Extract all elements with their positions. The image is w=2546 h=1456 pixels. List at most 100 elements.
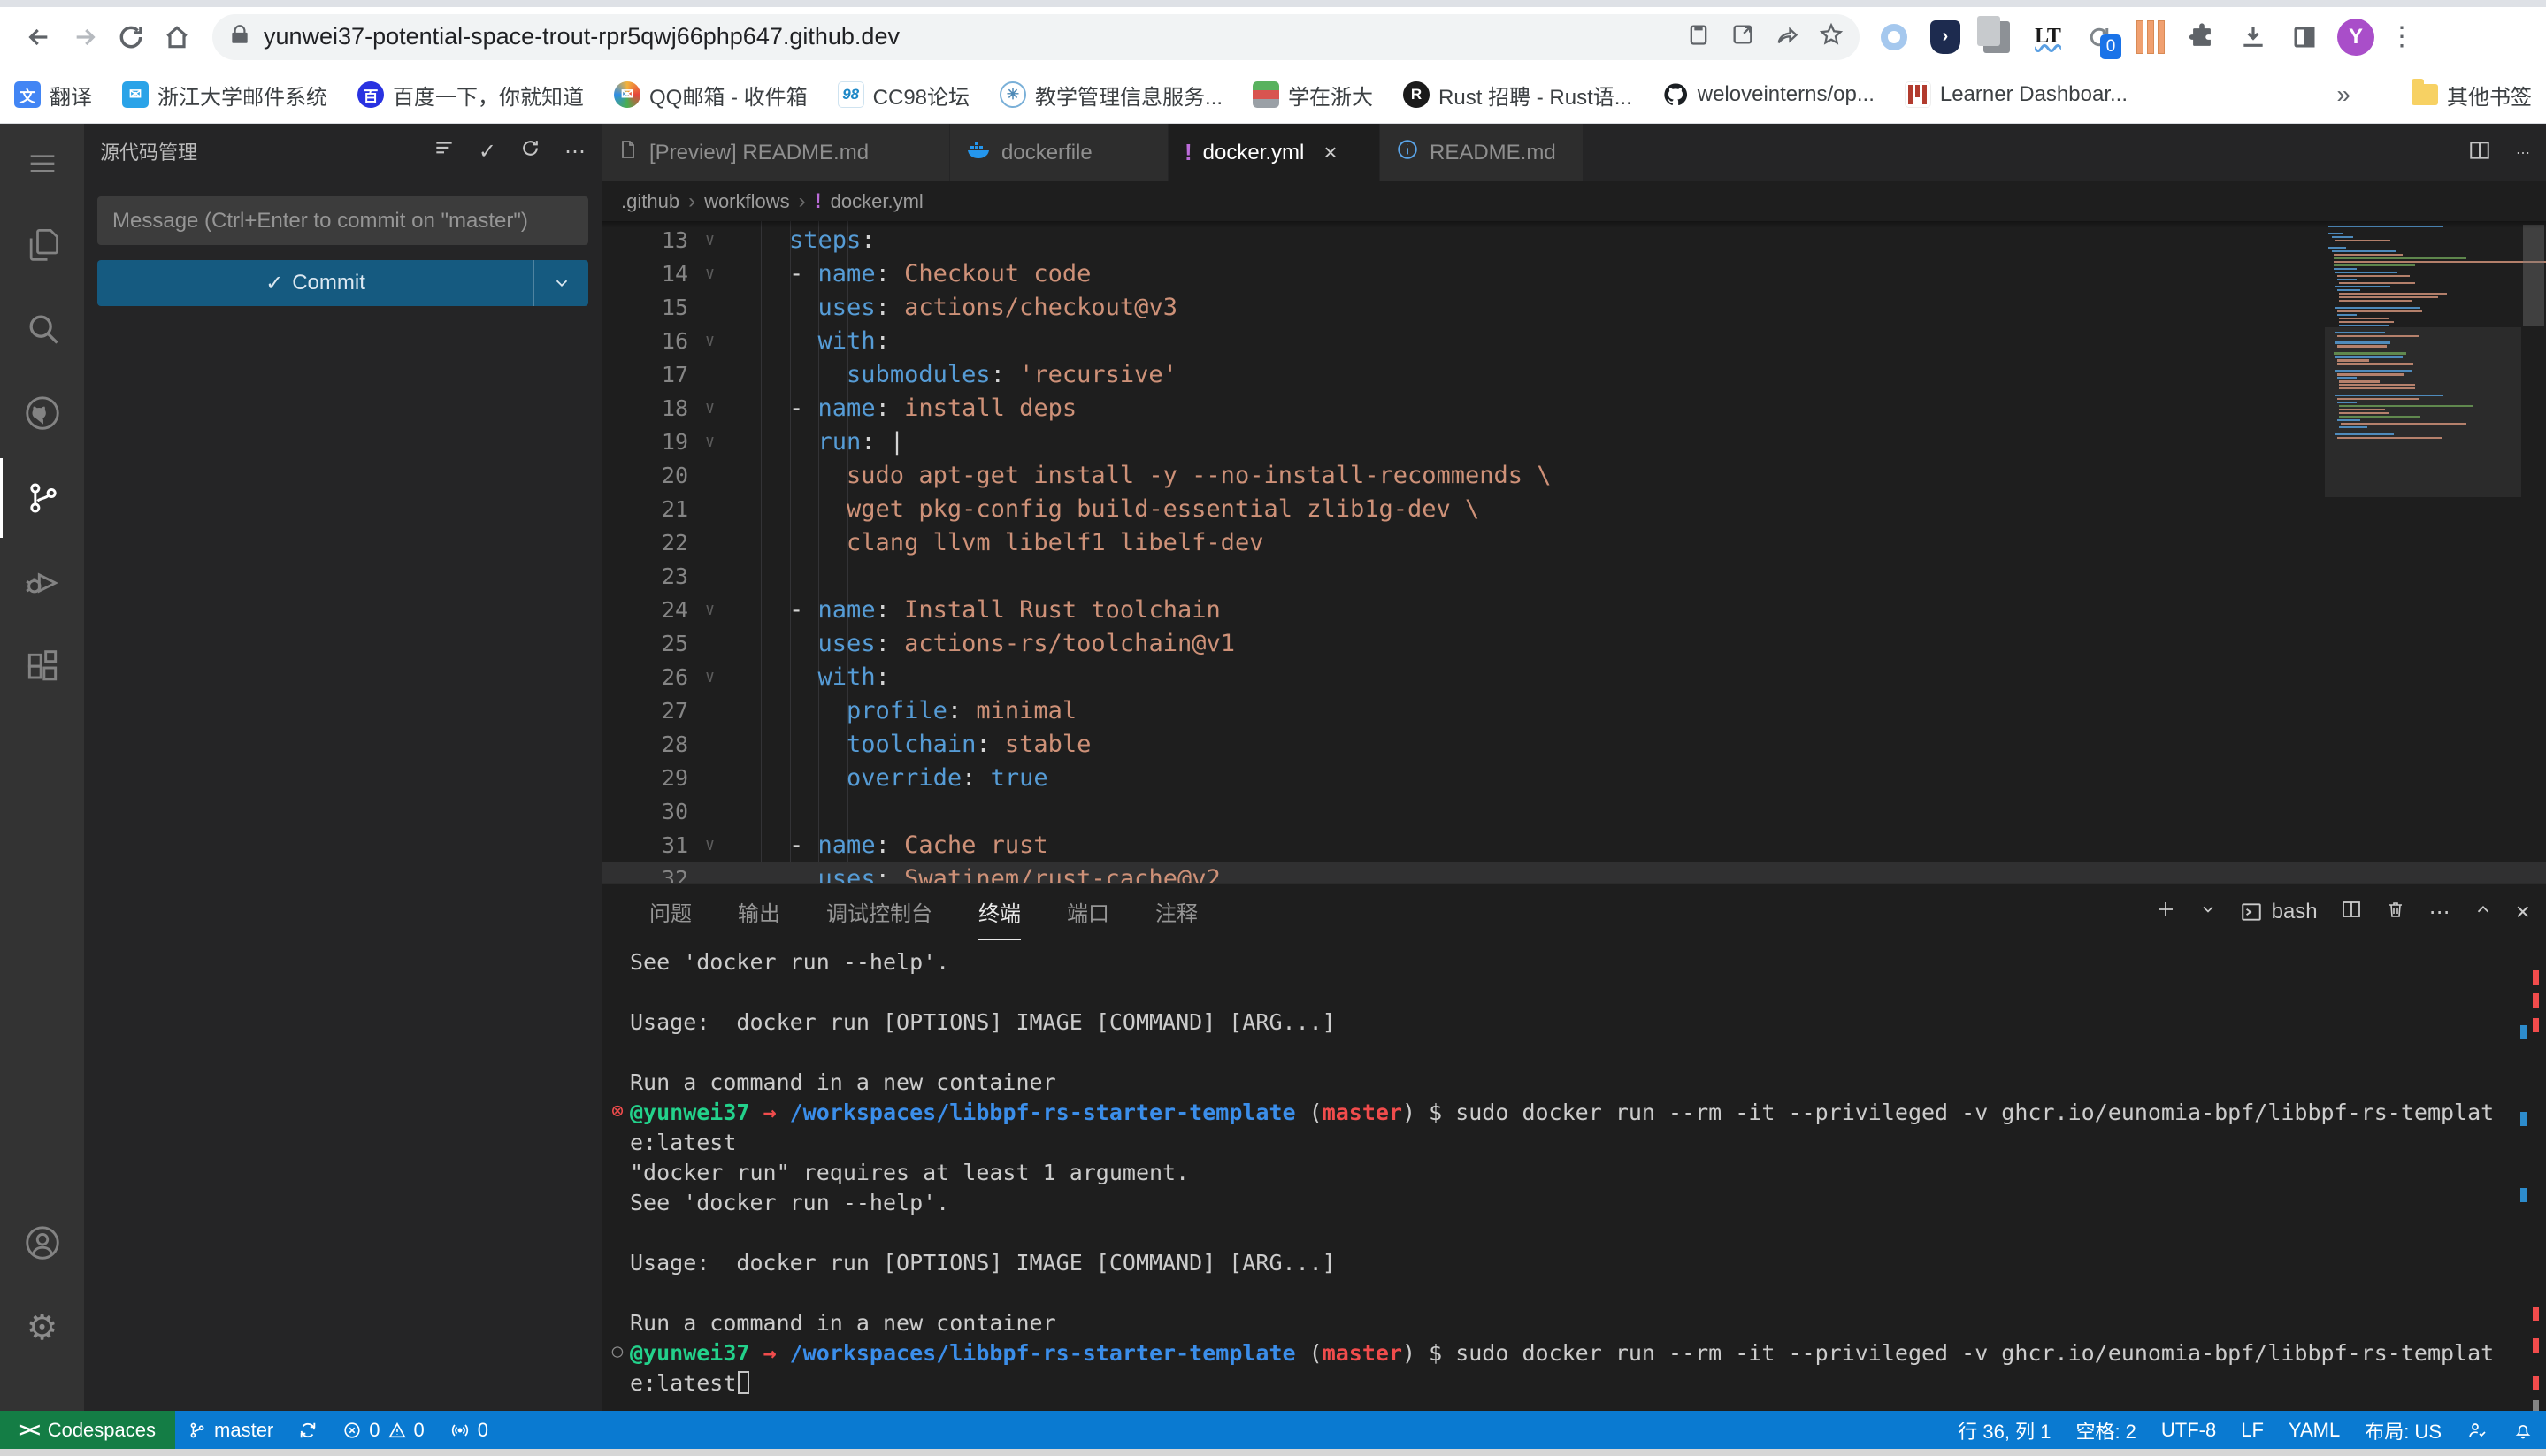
github-icon xyxy=(1662,81,1689,108)
explorer-icon[interactable] xyxy=(0,203,84,283)
github-octocat-icon[interactable] xyxy=(0,373,84,453)
terminal-decoration xyxy=(2533,993,2539,1008)
commit-check-icon[interactable]: ✓ xyxy=(479,139,496,165)
account-icon[interactable] xyxy=(0,1203,84,1283)
bookmark-xuezai-zheda[interactable]: 学在浙大 xyxy=(1253,80,1373,111)
breadcrumb-file[interactable]: docker.yml xyxy=(831,190,924,213)
extensions-icon[interactable] xyxy=(0,628,84,708)
menu-hamburger-icon[interactable] xyxy=(0,124,84,203)
code-line: 23 xyxy=(602,559,2546,593)
bookmarks-overflow-chevron[interactable]: » xyxy=(2336,80,2350,109)
feedback-icon[interactable] xyxy=(2454,1411,2500,1449)
chevron-right-icon: › xyxy=(799,189,806,214)
bookmark-learner-dashboard[interactable]: Learner Dashboar... xyxy=(1905,81,2128,108)
run-debug-icon[interactable] xyxy=(0,543,84,623)
shield-extension-icon[interactable]: › xyxy=(1927,19,1964,56)
eol-indicator[interactable]: LF xyxy=(2228,1411,2276,1449)
other-bookmarks[interactable]: 其他书签 xyxy=(2412,80,2532,111)
bookmark-zju-mail[interactable]: ✉浙江大学邮件系统 xyxy=(122,80,327,111)
remote-indicator[interactable]: >< Codespaces xyxy=(0,1411,175,1449)
sidebar-toggle-icon[interactable] xyxy=(2286,19,2323,56)
kill-terminal-icon[interactable] xyxy=(2385,899,2406,926)
shell-selector[interactable]: bash xyxy=(2240,900,2318,924)
ports-indicator[interactable]: 0 xyxy=(437,1411,501,1449)
maximize-panel-icon[interactable] xyxy=(2473,900,2493,925)
refresh-icon[interactable] xyxy=(519,137,541,165)
settings-gear-icon[interactable]: ⚙ xyxy=(0,1288,84,1368)
tab-ports[interactable]: 端口 xyxy=(1067,884,1109,940)
breadcrumb-github[interactable]: .github xyxy=(621,190,679,213)
home-button[interactable] xyxy=(154,14,200,60)
commit-dropdown-chevron[interactable] xyxy=(533,260,588,306)
bookmark-qq-mail[interactable]: ✉QQ邮箱 - 收件箱 xyxy=(614,80,808,111)
source-control-icon[interactable] xyxy=(0,458,84,538)
share-icon[interactable] xyxy=(1775,22,1799,51)
terminal-output[interactable]: See 'docker run --help'.Usage: docker ru… xyxy=(630,949,2511,1411)
new-terminal-icon[interactable] xyxy=(2155,899,2176,926)
tab-comments[interactable]: 注释 xyxy=(1155,884,1198,940)
tab-preview-readme[interactable]: [Preview] README.md xyxy=(602,124,950,181)
close-panel-icon[interactable]: × xyxy=(2516,898,2530,926)
reload-button[interactable] xyxy=(108,14,154,60)
bookmark-zju-service[interactable]: ✳教学管理信息服务... xyxy=(1000,80,1223,111)
language-mode[interactable]: YAML xyxy=(2276,1411,2352,1449)
panel-more-actions-icon[interactable]: ⋯ xyxy=(2429,900,2450,925)
editor-more-actions-icon[interactable]: ⋯ xyxy=(2516,144,2530,162)
code-editor[interactable]: 13∨ steps:14∨ - name: Checkout code15 us… xyxy=(602,221,2546,883)
split-terminal-icon[interactable] xyxy=(2341,899,2362,926)
tab-problems[interactable]: 问题 xyxy=(649,884,692,940)
view-as-list-icon[interactable] xyxy=(433,137,456,166)
forward-button[interactable] xyxy=(62,14,108,60)
refresh-badge-icon[interactable]: 0 xyxy=(2081,19,2118,56)
close-tab-icon[interactable]: × xyxy=(1323,139,1337,166)
more-actions-icon[interactable]: ⋯ xyxy=(564,139,586,165)
tab-dockerfile[interactable]: dockerfile xyxy=(950,124,1169,181)
sync-indicator[interactable] xyxy=(286,1411,330,1449)
url-text[interactable]: yunwei37-potential-space-trout-rpr5qwj66… xyxy=(264,23,1686,50)
tab-readme[interactable]: README.md xyxy=(1380,124,1584,181)
lock-icon[interactable] xyxy=(228,23,251,50)
notifications-bell-icon[interactable] xyxy=(2500,1411,2546,1449)
tab-output[interactable]: 输出 xyxy=(738,884,780,940)
open-in-window-icon[interactable] xyxy=(1730,22,1755,51)
cursor-position[interactable]: 行 36, 列 1 xyxy=(1945,1411,2063,1449)
keyboard-layout[interactable]: 布局: US xyxy=(2352,1411,2454,1449)
extensions-puzzle-icon[interactable] xyxy=(2183,19,2220,56)
oval-extension-icon[interactable] xyxy=(1875,19,1913,56)
bookmark-baidu[interactable]: 百百度一下，你就知道 xyxy=(357,80,584,111)
bookmark-cc98[interactable]: 98CC98论坛 xyxy=(838,80,970,111)
code-line: 26∨ with: xyxy=(602,660,2546,694)
tab-terminal[interactable]: 终端 xyxy=(978,884,1021,940)
check-icon: ✓ xyxy=(265,271,283,296)
browser-menu-icon[interactable]: ⋮ xyxy=(2389,21,2415,52)
code-line: 16∨ with: xyxy=(602,324,2546,357)
tab-docker-yml[interactable]: ! docker.yml × xyxy=(1169,124,1380,181)
split-editor-icon[interactable] xyxy=(2468,139,2491,166)
clipboard-icon[interactable] xyxy=(1686,22,1711,51)
folder-icon xyxy=(2412,84,2438,105)
bookmark-star-icon[interactable] xyxy=(1819,22,1844,51)
search-icon[interactable] xyxy=(0,288,84,368)
languagetool-icon[interactable]: LT xyxy=(2029,19,2067,56)
back-button[interactable] xyxy=(16,14,62,60)
indentation[interactable]: 空格: 2 xyxy=(2063,1411,2148,1449)
bookmark-github-interns[interactable]: weloveinterns/op... xyxy=(1662,81,1875,108)
terminal-dropdown-chevron[interactable] xyxy=(2199,900,2217,924)
docs-extension-icon[interactable] xyxy=(1978,19,2015,56)
commit-button[interactable]: ✓Commit xyxy=(97,260,588,306)
terminal-line xyxy=(630,979,2511,1009)
encoding[interactable]: UTF-8 xyxy=(2149,1411,2228,1449)
breadcrumb-workflows[interactable]: workflows xyxy=(704,190,790,213)
highlighter-extension-icon[interactable] xyxy=(2132,19,2169,56)
profile-avatar[interactable]: Y xyxy=(2337,19,2374,56)
address-bar[interactable]: yunwei37-potential-space-trout-rpr5qwj66… xyxy=(212,14,1860,60)
terminal-line: "docker run" requires at least 1 argumen… xyxy=(630,1160,2511,1190)
commit-message-input[interactable] xyxy=(97,196,588,245)
bookmark-rust-jobs[interactable]: RRust 招聘 - Rust语... xyxy=(1403,80,1632,111)
source-control-sidebar: 源代码管理 ✓ ⋯ ✓Commit xyxy=(84,124,602,1411)
problems-indicator[interactable]: 0 0 xyxy=(330,1411,437,1449)
branch-indicator[interactable]: master xyxy=(175,1411,286,1449)
bookmark-translate[interactable]: 文翻译 xyxy=(14,80,92,111)
downloads-icon[interactable] xyxy=(2235,19,2272,56)
tab-debug-console[interactable]: 调试控制台 xyxy=(826,884,932,940)
